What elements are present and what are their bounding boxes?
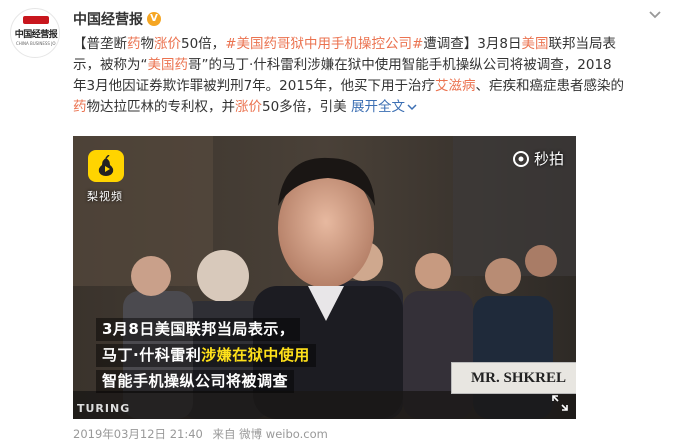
video-caption-line-1: 3月8日美国联邦当局表示， [96,318,301,341]
keyword-highlight[interactable]: 美国药 [148,57,189,73]
video-caption-line-2: 马丁·什科雷利涉嫌在狱中使用 [96,344,316,367]
post-header: 中国经营报 V [73,9,161,29]
post-text-segment: 物 [140,36,155,52]
keyword-highlight[interactable]: 艾滋病 [435,78,476,94]
post-text-segment: 遭调查】3月8日 [423,36,522,52]
avatar-logo-text: 中国经营报 [14,30,58,40]
avatar-badge [23,16,49,24]
post-text-segment: 50多倍，引美 [262,99,347,115]
post-source: 来自 微博 weibo.com [212,427,328,441]
pear-shape-icon [98,155,114,176]
account-avatar[interactable]: 中国经营报 CHINA BUSINESS JOURNAL [10,8,60,58]
pear-video-logo-text: 梨视频 [87,190,123,203]
expand-icon[interactable] [552,395,568,411]
avatar-logo-subtext: CHINA BUSINESS JOURNAL [16,41,56,46]
miaopai-watermark-text: 秒拍 [533,150,564,168]
expand-full-text-label: 展开全文 [350,99,405,115]
caption-text-yellow: 涉嫌在狱中使用 [201,346,310,364]
caption-text-white: 马丁·什科雷利 [102,346,202,364]
keyword-highlight[interactable]: 药 [73,99,87,115]
chevron-down-small-icon [407,104,417,111]
post-timestamp[interactable]: 2019年03月12日 21:40 [73,427,203,441]
post-meta: 2019年03月12日 21:40 来自 微博 weibo.com [73,426,334,442]
keyword-highlight[interactable]: 涨价 [154,36,181,52]
topic-link[interactable]: #美国药哥狱中用手机操控公司# [225,36,423,52]
miaopai-watermark: 秒拍 [512,148,564,169]
keyword-highlight[interactable]: 美国 [522,36,549,52]
keyword-highlight[interactable]: 涨价 [235,99,262,115]
post-text-segment: 物达拉匹林的专利权，并 [86,99,236,115]
background-sign-fragment: TURING [77,402,131,415]
keyword-highlight[interactable]: 药 [127,36,141,52]
witness-nameplate: MR. SHKREL [451,362,576,394]
post-text-segment: 【普垄断 [73,36,127,52]
chevron-down-icon[interactable] [648,10,662,20]
expand-full-text-link[interactable]: 展开全文 [351,99,417,115]
post-text: 【普垄断药物涨价50倍，#美国药哥狱中用手机操控公司#遭调查】3月8日美国联邦当… [73,34,625,118]
miaopai-logo-icon [512,150,529,167]
pear-video-logo-icon [88,150,124,182]
video-caption-line-3: 智能手机操纵公司将被调查 [96,370,295,393]
post-text-segment: 、疟疾和癌症患者感染的 [475,78,625,94]
video-player[interactable]: 梨视频 秒拍 MR. SHKREL 3月8日美国联邦当局表示， 马丁·什科雷利涉… [73,136,576,419]
account-name[interactable]: 中国经营报 [73,9,143,29]
post-text-segment: 50倍， [181,36,226,52]
verified-v-icon: V [147,12,161,26]
